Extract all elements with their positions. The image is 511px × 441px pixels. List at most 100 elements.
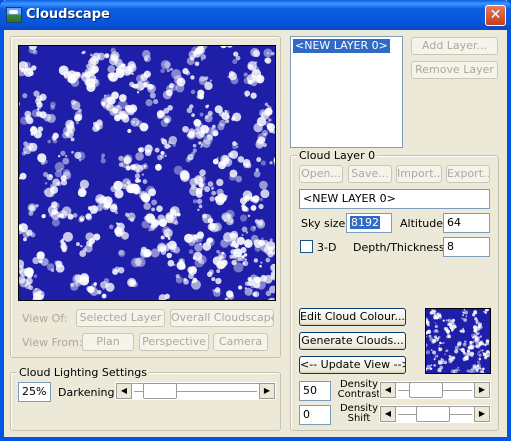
cloud-puff (206, 104, 210, 107)
cloud-puff (167, 140, 172, 145)
layer-list[interactable]: <NEW LAYER 0> (290, 36, 403, 148)
cloud-puff (22, 93, 28, 99)
cloud-puff (118, 155, 124, 162)
cloud-puff (449, 325, 454, 330)
cloud-puff (165, 85, 174, 93)
cloud-puff (180, 169, 189, 178)
cloud-puff (108, 72, 119, 82)
import-button[interactable]: Import... (396, 165, 442, 183)
title-bar[interactable]: Cloudscape ✕ (0, 0, 511, 30)
density-shift-slider-thumb[interactable] (416, 406, 450, 422)
cloud-puff (141, 194, 151, 203)
cloud-puff (65, 119, 75, 129)
altitude-label: Altitude (400, 217, 443, 230)
cloud-puff (484, 311, 487, 314)
cloud-puff (218, 254, 224, 260)
cloud-puff (253, 170, 261, 178)
cloud-puff (188, 233, 197, 242)
cloud-puff (182, 125, 189, 133)
density-contrast-slider[interactable]: ◀ ▶ (379, 381, 491, 399)
remove-layer-button[interactable]: Remove Layer (411, 61, 498, 79)
cloud-puff (269, 238, 273, 242)
darkening-slider[interactable]: ◀ ▶ (115, 382, 276, 400)
cloud-puff (255, 199, 258, 203)
density-shift-slider[interactable]: ◀ ▶ (379, 405, 491, 423)
cloud-puff (237, 285, 243, 290)
cloud-puff (143, 163, 148, 167)
slider-left-arrow-icon[interactable]: ◀ (380, 406, 396, 422)
density-contrast-field[interactable]: 50 (299, 381, 331, 401)
cloud-puff (171, 69, 182, 80)
cloud-puff (128, 63, 137, 73)
depth-thickness-field[interactable]: 8 (443, 237, 490, 257)
density-contrast-slider-thumb[interactable] (409, 382, 443, 398)
selected-layer-button[interactable]: Selected Layer (76, 309, 165, 327)
cloud-puff (479, 345, 481, 347)
plan-button[interactable]: Plan (82, 333, 134, 351)
cloud-puff (211, 186, 215, 189)
save-button[interactable]: Save... (348, 165, 392, 183)
sky-size-field[interactable]: 8192 (346, 213, 392, 233)
cloud-puff (248, 278, 252, 282)
open-button[interactable]: Open... (299, 165, 343, 183)
cloud-puff (262, 142, 267, 148)
cloud-puff (85, 232, 95, 242)
slider-right-arrow-icon[interactable]: ▶ (474, 382, 490, 398)
cloud-puff (70, 73, 79, 83)
cloud-puff (33, 90, 40, 97)
generate-clouds-button[interactable]: Generate Clouds... (299, 332, 406, 350)
slider-right-arrow-icon[interactable]: ▶ (259, 383, 275, 399)
cloud-puff (483, 310, 485, 313)
slider-left-arrow-icon[interactable]: ◀ (116, 383, 132, 399)
cloud-puff (446, 322, 451, 326)
density-shift-label-line2: Shift (347, 413, 371, 424)
cloud-puff (194, 61, 200, 67)
cloud-puff (76, 151, 86, 161)
cloud-puff (432, 339, 437, 344)
cloud-puff (23, 67, 34, 78)
cloud-layer-thumbnail (425, 308, 491, 374)
cloud-puff (211, 190, 217, 196)
density-contrast-label-line2: Contrast (337, 389, 381, 400)
altitude-field[interactable]: 64 (443, 213, 490, 233)
cloud-puff (50, 185, 59, 194)
overall-cloudscape-button[interactable]: Overall Cloudscape (170, 309, 274, 327)
cloud-puff (477, 312, 479, 314)
slider-right-arrow-icon[interactable]: ▶ (474, 406, 490, 422)
cloud-puff (207, 181, 214, 187)
cloud-puff (206, 237, 213, 244)
darkening-slider-thumb[interactable] (143, 383, 177, 399)
cloud-puff (466, 369, 470, 373)
cloud-puff (478, 357, 482, 361)
cloud-puff (197, 208, 200, 212)
cloud-puff (43, 190, 47, 194)
perspective-button[interactable]: Perspective (139, 333, 209, 351)
cloud-puff (70, 99, 77, 105)
cloud-puff (472, 365, 478, 371)
cloud-puff (241, 233, 244, 237)
cloud-puff (190, 75, 195, 80)
cloud-puff (449, 355, 454, 360)
three-d-checkbox[interactable] (300, 240, 313, 253)
cloud-puff (191, 113, 195, 118)
cloud-puff (54, 162, 65, 172)
export-button[interactable]: Export... (446, 165, 490, 183)
cloud-puff (192, 199, 198, 204)
cloud-puff (72, 213, 78, 218)
cloud-puff (62, 169, 71, 177)
cloud-puff (169, 244, 175, 249)
cloud-puff (485, 350, 490, 354)
layer-list-item[interactable]: <NEW LAYER 0> (293, 39, 390, 53)
camera-button[interactable]: Camera (213, 333, 268, 351)
update-view-button[interactable]: <-- Update View --> (299, 356, 406, 374)
layer-name-field[interactable]: <NEW LAYER 0> (299, 189, 490, 209)
lighting-percent-field[interactable]: 25% (18, 382, 51, 402)
density-shift-field[interactable]: 0 (299, 405, 331, 425)
density-shift-label: Density Shift (337, 404, 381, 424)
add-layer-button[interactable]: Add Layer... (411, 37, 498, 55)
cloud-puff (427, 329, 431, 334)
cloud-puff (477, 357, 479, 359)
close-button[interactable]: ✕ (485, 5, 506, 26)
edit-cloud-colour-button[interactable]: Edit Cloud Colour... (299, 308, 406, 326)
slider-left-arrow-icon[interactable]: ◀ (380, 382, 396, 398)
